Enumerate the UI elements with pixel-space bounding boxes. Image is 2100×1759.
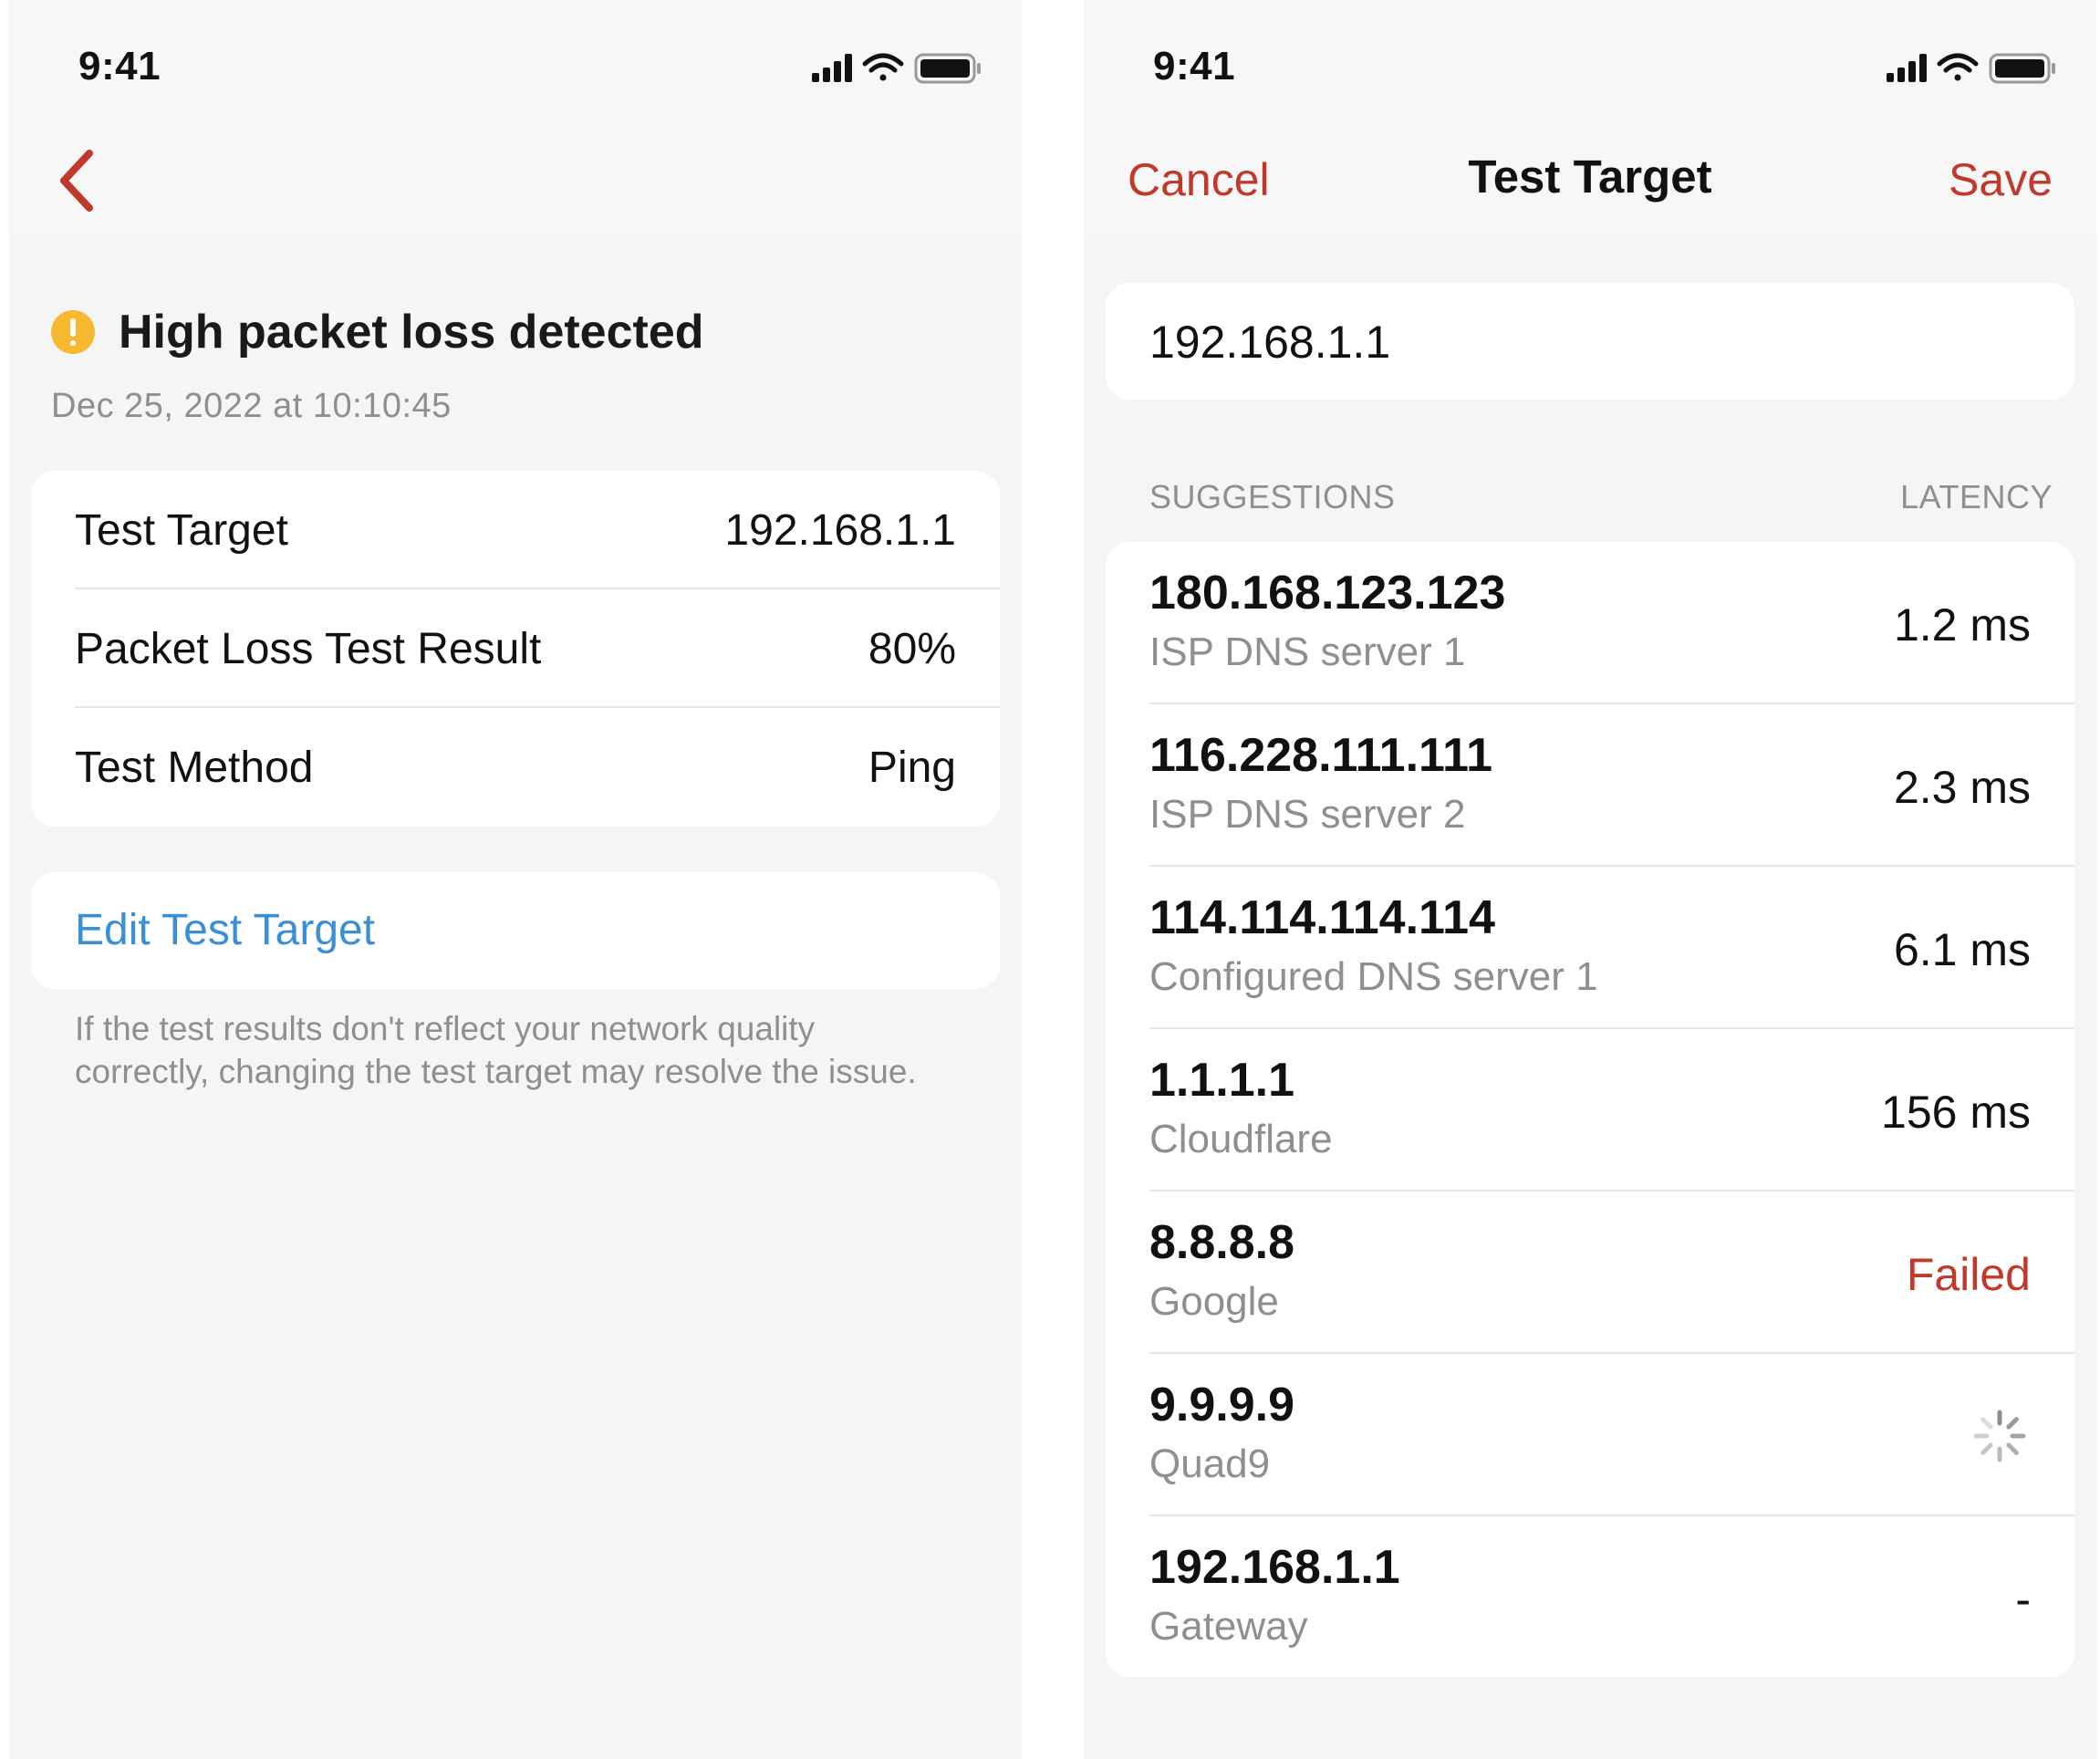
- wifi-icon: [1937, 53, 1979, 81]
- footnote: If the test results don't reflect your n…: [75, 1010, 917, 1090]
- suggestions-list: 180.168.123.123 ISP DNS server 1 1.2 ms …: [1106, 542, 2074, 1677]
- back-button[interactable]: [51, 144, 106, 217]
- suggestion-latency: 2.3 ms: [1893, 762, 2031, 813]
- suggestion-description: ISP DNS server 1: [1149, 630, 1466, 674]
- battery-icon: [914, 53, 981, 84]
- edit-test-target-button[interactable]: Edit Test Target: [31, 872, 1000, 989]
- status-time: 9:41: [1153, 44, 1236, 88]
- wifi-icon: [862, 53, 904, 81]
- suggestion-description: Gateway: [1149, 1604, 1308, 1649]
- test-target-input[interactable]: [1149, 310, 2025, 374]
- suggestion-ip: 180.168.123.123: [1149, 567, 1506, 619]
- exclamation-circle-icon: [51, 310, 95, 354]
- suggestions-header: SUGGESTIONS: [1149, 478, 1396, 515]
- detail-value: Ping: [868, 744, 956, 792]
- suggestion-latency: 6.1 ms: [1893, 924, 2031, 975]
- detail-value: 80%: [868, 625, 956, 673]
- cellular-signal-icon: [1887, 54, 1927, 82]
- suggestion-ip: 116.228.111.111: [1149, 729, 1493, 782]
- status-time: 9:41: [78, 44, 161, 88]
- detail-row-packet-loss: Packet Loss Test Result 80%: [75, 589, 1000, 708]
- loading-spinner-icon: [1973, 1410, 2026, 1462]
- suggestion-latency-failed: Failed: [1906, 1249, 2031, 1300]
- latency-header: LATENCY: [1900, 478, 2053, 515]
- detail-label: Test Method: [75, 744, 314, 792]
- test-target-screen: 9:41 Cancel Test Target Save 192.168.1.1…: [1084, 0, 2096, 1759]
- suggestion-row[interactable]: 1.1.1.1 Cloudflare 156 ms: [1149, 1029, 2074, 1192]
- chevron-left-icon: [60, 150, 93, 212]
- suggestion-latency: 156 ms: [1881, 1087, 2031, 1138]
- detail-label: Test Target: [75, 506, 288, 555]
- suggestion-row[interactable]: 9.9.9.9 Quad9: [1149, 1354, 2074, 1516]
- detail-row-test-target: Test Target 192.168.1.1: [75, 471, 1000, 589]
- suggestion-row[interactable]: 114.114.114.114 Configured DNS server 1 …: [1149, 867, 2074, 1029]
- suggestion-ip: 9.9.9.9: [1149, 1379, 1295, 1431]
- suggestion-row[interactable]: 192.168.1.1 Gateway -: [1149, 1516, 2074, 1679]
- detail-value: 192.168.1.1: [724, 506, 956, 555]
- suggestion-ip: 8.8.8.8: [1149, 1216, 1295, 1269]
- suggestion-description: Quad9: [1149, 1442, 1271, 1486]
- suggestion-description: Configured DNS server 1: [1149, 954, 1598, 999]
- suggestion-description: Google: [1149, 1279, 1279, 1324]
- alert-detail-screen: 9:41 High packet loss detected Dec 25, 2…: [9, 0, 1022, 1759]
- suggestion-row[interactable]: 180.168.123.123 ISP DNS server 1 1.2 ms: [1149, 542, 2074, 704]
- edit-test-target-label: Edit Test Target: [75, 906, 376, 954]
- suggestion-ip: 192.168.1.1: [1149, 1541, 1400, 1594]
- detail-row-test-method: Test Method Ping: [75, 708, 1000, 827]
- test-target-input-card: [1106, 283, 2074, 400]
- suggestion-ip: 1.1.1.1: [1149, 1054, 1295, 1107]
- suggestion-row[interactable]: 116.228.111.111 ISP DNS server 2 2.3 ms: [1149, 704, 2074, 867]
- nav-bar: [9, 128, 1022, 237]
- save-button[interactable]: Save: [1949, 153, 2053, 206]
- nav-bar: Cancel Test Target Save: [1084, 128, 2096, 237]
- suggestion-latency: 1.2 ms: [1893, 599, 2031, 651]
- battery-icon: [1989, 53, 2055, 84]
- suggestion-ip: 114.114.114.114: [1149, 891, 1495, 944]
- page-title: Test Target: [1468, 151, 1712, 203]
- alert-header: High packet loss detected: [51, 306, 994, 365]
- suggestion-description: Cloudflare: [1149, 1117, 1333, 1161]
- suggestion-row[interactable]: 8.8.8.8 Google Failed: [1149, 1192, 2074, 1354]
- status-icons: [1887, 53, 2055, 84]
- details-card: Test Target 192.168.1.1 Packet Loss Test…: [31, 471, 1000, 827]
- suggestion-latency: -: [2015, 1574, 2031, 1625]
- status-bar: 9:41: [9, 0, 1022, 128]
- alert-date: Dec 25, 2022 at 10:10:45: [51, 387, 452, 425]
- alert-title: High packet loss detected: [119, 306, 704, 359]
- status-icons: [812, 53, 981, 84]
- suggestion-description: ISP DNS server 2: [1149, 792, 1466, 837]
- status-bar: 9:41: [1084, 0, 2096, 128]
- detail-label: Packet Loss Test Result: [75, 625, 542, 673]
- cellular-signal-icon: [812, 54, 852, 82]
